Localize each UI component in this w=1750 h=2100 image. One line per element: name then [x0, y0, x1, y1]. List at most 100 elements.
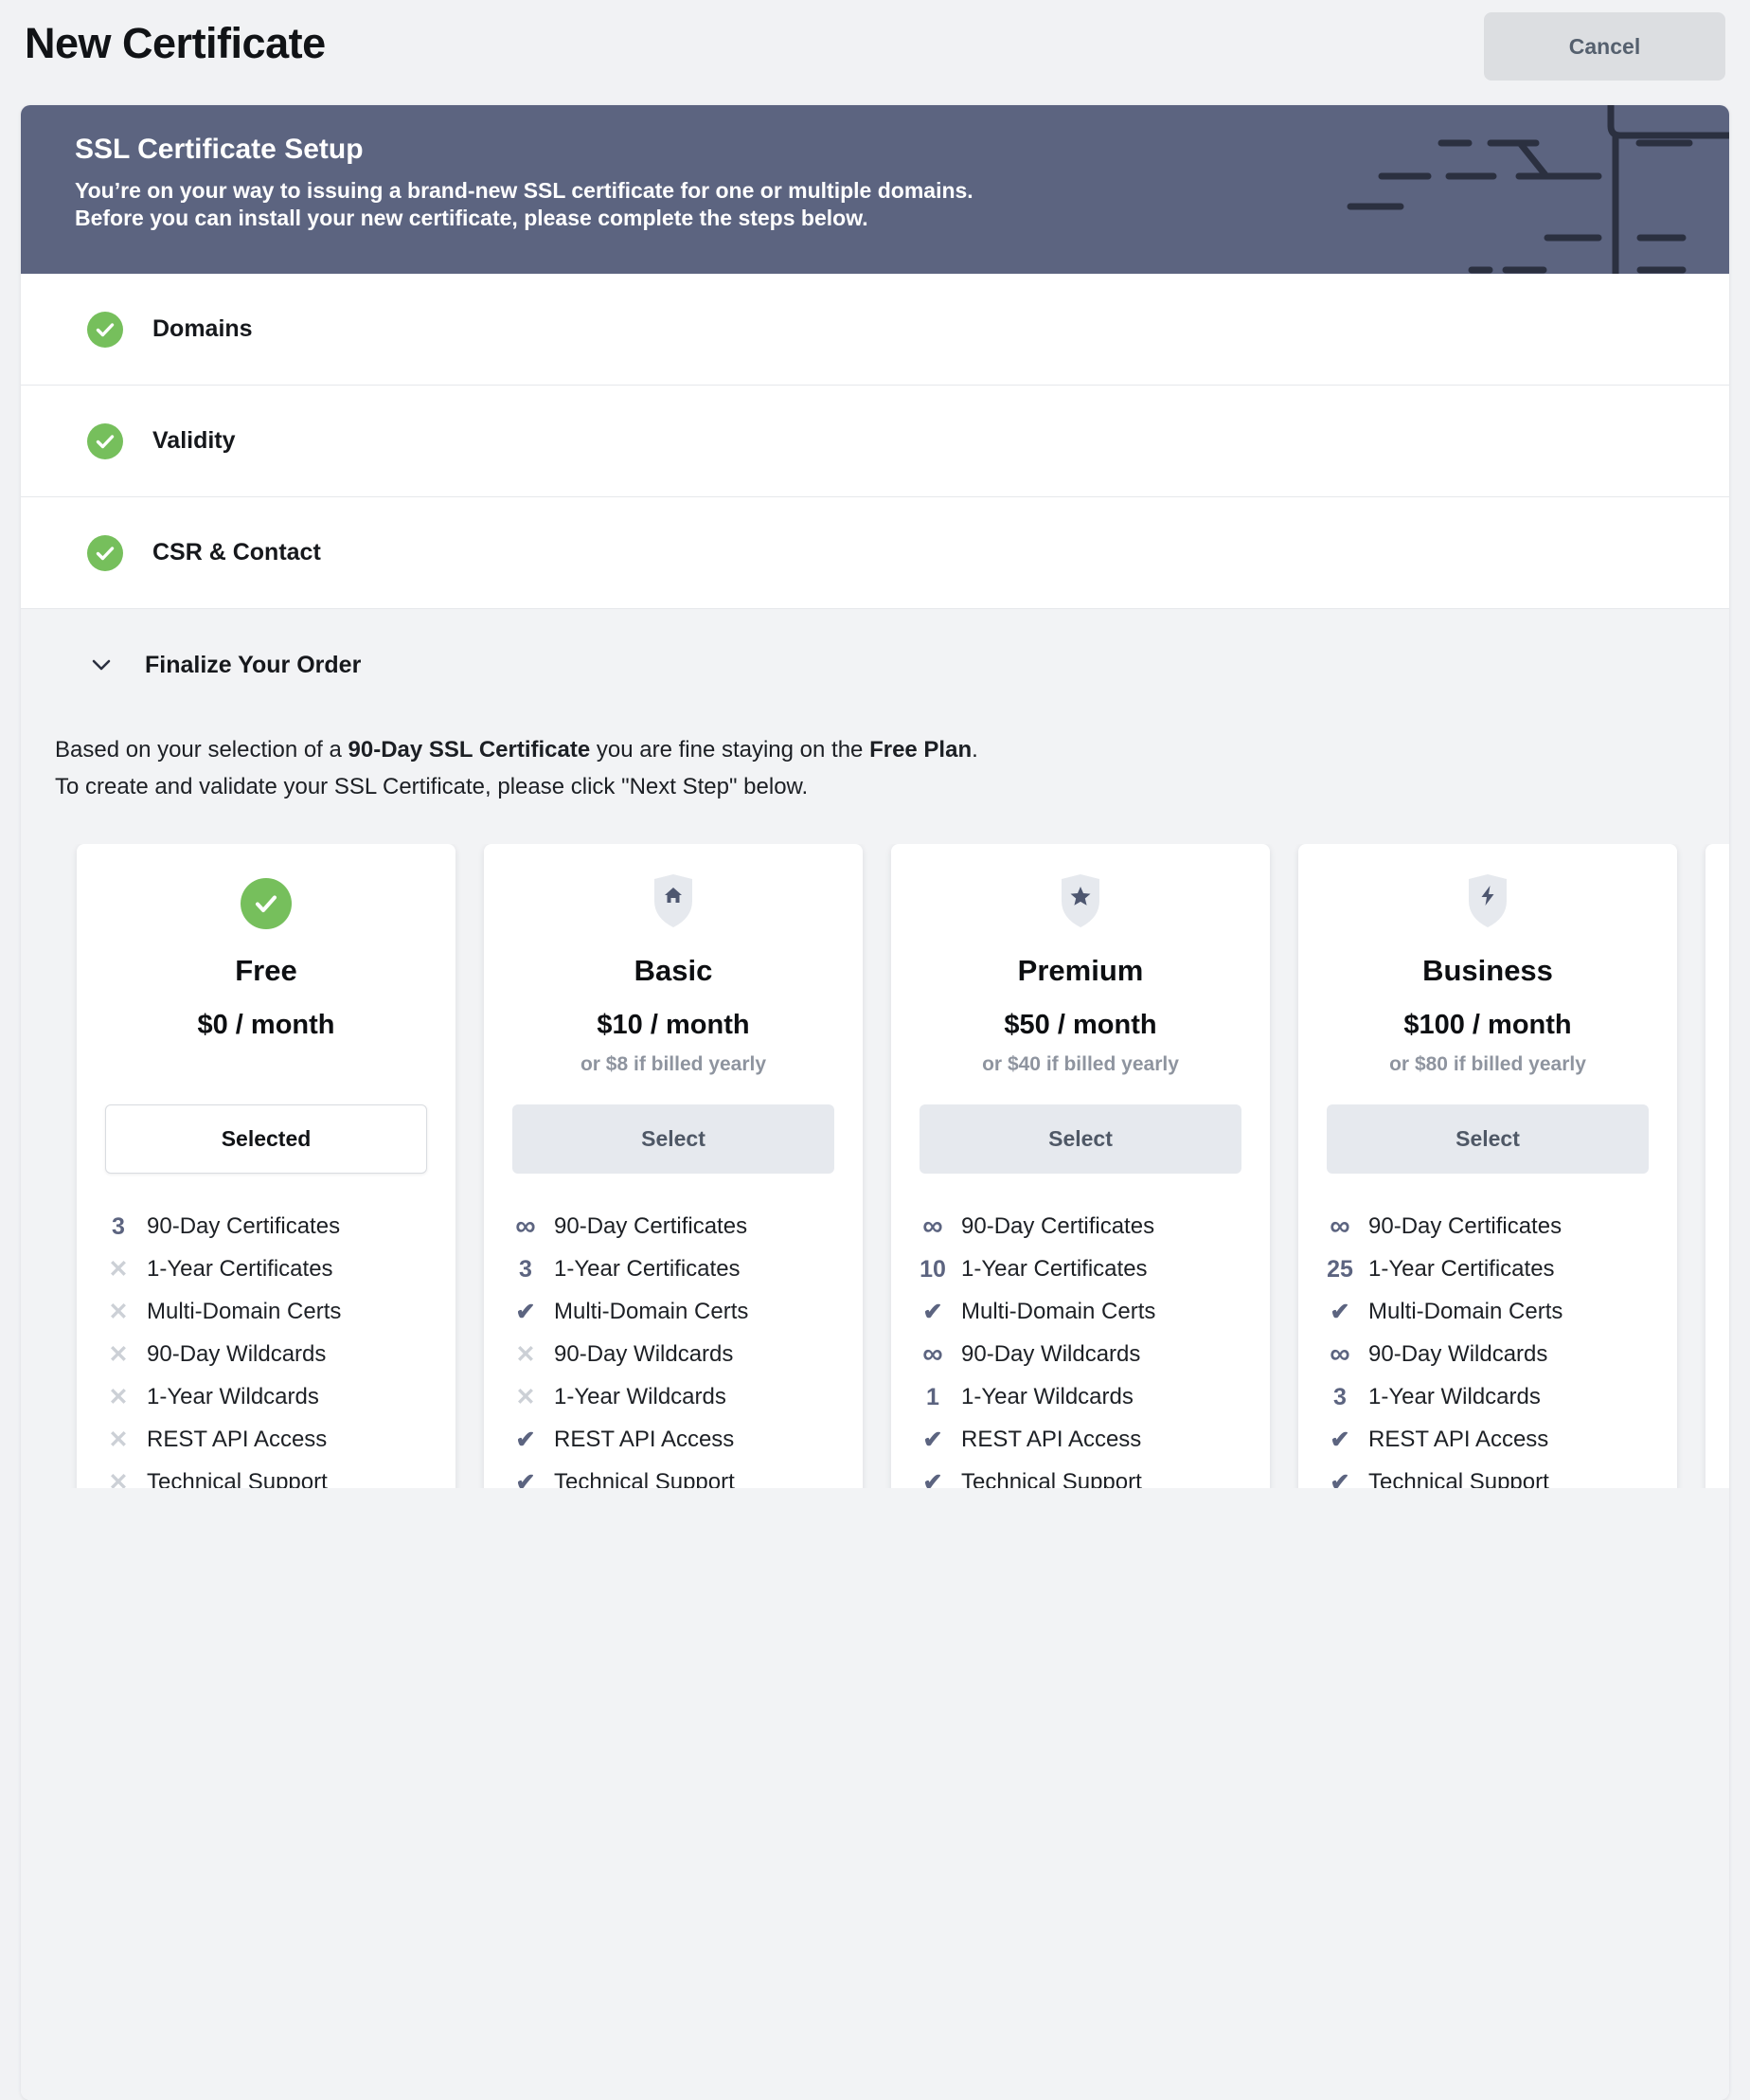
- plan-feature-label: 1-Year Wildcards: [1368, 1384, 1541, 1410]
- plan-feature-row: ∞ 90-Day Wildcards: [1298, 1334, 1677, 1376]
- plan-feature-row: ✔ Multi-Domain Certs: [484, 1291, 863, 1334]
- step-label-validity: Validity: [152, 427, 236, 454]
- step-row-validity[interactable]: Validity: [21, 386, 1729, 497]
- plan-feature-row: ✔ REST API Access: [484, 1419, 863, 1462]
- cross-icon: ✕: [108, 1341, 129, 1369]
- count-badge: 3: [519, 1255, 532, 1283]
- plan-name: Premium: [1017, 953, 1144, 987]
- infinity-icon: ∞: [1330, 1211, 1350, 1243]
- plan-feature-row: ✕ REST API Access: [77, 1419, 455, 1462]
- check-icon: ✔: [922, 1427, 943, 1454]
- plan-feature-row: ✕ 1-Year Wildcards: [77, 1376, 455, 1419]
- banner-subtitle: You’re on your way to issuing a brand-ne…: [75, 177, 973, 233]
- plan-name: Business: [1422, 953, 1553, 987]
- plan-feature-label: REST API Access: [1368, 1427, 1549, 1453]
- cross-icon: ✕: [515, 1384, 536, 1411]
- plan-price: $50 / month: [1004, 1009, 1157, 1040]
- plan-feature-label: Technical Support: [961, 1469, 1142, 1488]
- plan-icon: [1058, 872, 1103, 935]
- plans-carousel-track: Free$0 / month-Selected390-Day Certifica…: [77, 843, 1729, 1488]
- finalize-title: Finalize Your Order: [145, 651, 362, 678]
- plan-card-business[interactable]: Business $100 / month or $80 if billed yea…: [1298, 843, 1677, 1488]
- finalize-section: Finalize Your Order Based on your select…: [21, 609, 1729, 2100]
- plan-card-basic[interactable]: Basic $10 / month or $8 if billed yearly Se…: [484, 843, 863, 1488]
- infinity-icon: ∞: [515, 1211, 536, 1243]
- check-circle-icon: [87, 311, 123, 348]
- finalize-description: Based on your selection of a 90-Day SSL …: [21, 721, 1729, 806]
- plan-feature-label: Multi-Domain Certs: [961, 1299, 1156, 1325]
- plan-feature-row: 1 1-Year Wildcards: [891, 1376, 1270, 1419]
- plan-feature-label: REST API Access: [147, 1427, 328, 1453]
- plan-card-free[interactable]: Free$0 / month-Selected390-Day Certifica…: [77, 843, 455, 1488]
- plan-name: Free: [235, 953, 297, 987]
- plan-feature-row: 3 1-Year Wildcards: [1298, 1376, 1677, 1419]
- plan-feature-label: 1-Year Certificates: [961, 1256, 1148, 1283]
- plan-feature-row: ∞ 90-Day Certificates: [1298, 1206, 1677, 1248]
- plan-yearly-price: or $8 if billed yearly: [580, 1052, 767, 1075]
- shield-home-icon: [651, 872, 696, 934]
- plans-carousel-viewport: Free$0 / month-Selected390-Day Certifica…: [21, 843, 1729, 1488]
- check-icon: ✔: [1330, 1469, 1350, 1488]
- plan-card-premium[interactable]: Premium $50 / month or $40 if billed yearl…: [891, 843, 1270, 1488]
- plan-feature-label: REST API Access: [554, 1427, 735, 1453]
- plan-feature-row: ✔ Technical Support: [484, 1462, 863, 1488]
- finalize-header[interactable]: Finalize Your Order: [21, 609, 1729, 721]
- check-icon: ✔: [515, 1299, 536, 1326]
- plan-feature-label: Multi-Domain Certs: [147, 1299, 342, 1325]
- plan-feature-label: 1-Year Wildcards: [961, 1384, 1134, 1410]
- banner-subtitle-line1: You’re on your way to issuing a brand-ne…: [75, 178, 973, 203]
- plan-feature-label: 1-Year Certificates: [1368, 1256, 1555, 1283]
- plan-selected-button[interactable]: Selected: [105, 1104, 427, 1174]
- plan-feature-label: REST API Access: [961, 1427, 1142, 1453]
- plan-feature-label: Multi-Domain Certs: [1368, 1299, 1563, 1325]
- plan-feature-row: ✔ Multi-Domain Certs: [1298, 1291, 1677, 1334]
- plan-feature-label: 90-Day Wildcards: [1368, 1341, 1548, 1368]
- plan-feature-label: Multi-Domain Certs: [554, 1299, 749, 1325]
- plan-icon: [241, 872, 292, 935]
- infinity-icon: ∞: [1330, 1338, 1350, 1371]
- cross-icon: ✕: [108, 1256, 129, 1283]
- setup-banner: SSL Certificate Setup You’re on your way…: [21, 105, 1729, 274]
- cancel-button[interactable]: Cancel: [1484, 12, 1725, 81]
- plan-feature-list: ∞ 90-Day Certificates 3 1-Year Certificates…: [484, 1206, 863, 1488]
- plan-feature-label: Technical Support: [1368, 1469, 1549, 1488]
- finalize-description-line2: To create and validate your SSL Certific…: [55, 773, 809, 799]
- plan-feature-row: ✔ Technical Support: [891, 1462, 1270, 1488]
- cross-icon: ✕: [108, 1299, 129, 1326]
- check-icon: ✔: [515, 1427, 536, 1454]
- desc-part3: .: [972, 737, 978, 763]
- plan-feature-label: 1-Year Wildcards: [554, 1384, 726, 1410]
- plan-icon: [651, 872, 696, 935]
- plan-select-button[interactable]: Select: [1327, 1104, 1649, 1174]
- plan-card-partial[interactable]: [1705, 843, 1729, 1488]
- banner-subtitle-line2: Before you can install your new certific…: [75, 206, 868, 231]
- dashes-decoration-icon: [1347, 105, 1729, 274]
- count-badge: 3: [1333, 1383, 1347, 1410]
- chevron-down-icon[interactable]: [87, 651, 116, 679]
- plan-price: $10 / month: [597, 1009, 750, 1040]
- step-row-domains[interactable]: Domains: [21, 274, 1729, 386]
- cross-icon: ✕: [108, 1427, 129, 1454]
- step-row-csr-contact[interactable]: CSR & Contact: [21, 497, 1729, 609]
- plan-feature-row: ✔ REST API Access: [1298, 1419, 1677, 1462]
- plan-select-button[interactable]: Select: [920, 1104, 1241, 1174]
- plan-feature-row: ✔ Multi-Domain Certs: [891, 1291, 1270, 1334]
- desc-part2: you are fine staying on the: [590, 737, 870, 763]
- check-icon: ✔: [922, 1469, 943, 1488]
- page-title: New Certificate: [25, 19, 326, 67]
- plan-feature-list: ∞ 90-Day Certificates 25 1-Year Certificate…: [1298, 1206, 1677, 1488]
- check-icon: ✔: [515, 1469, 536, 1488]
- plan-select-button[interactable]: Select: [512, 1104, 834, 1174]
- check-icon: ✔: [1330, 1299, 1350, 1326]
- plan-feature-row: ✕ Multi-Domain Certs: [77, 1291, 455, 1334]
- plan-feature-row: ✕ 90-Day Wildcards: [77, 1334, 455, 1376]
- desc-bold-plan: Free Plan: [869, 737, 973, 763]
- desc-part1: Based on your selection of a: [55, 737, 348, 763]
- count-badge: 25: [1327, 1255, 1353, 1283]
- count-badge: 10: [920, 1255, 946, 1283]
- plan-feature-row: ✕ Technical Support: [77, 1462, 455, 1488]
- infinity-icon: ∞: [922, 1211, 943, 1243]
- cross-icon: ✕: [515, 1341, 536, 1369]
- plan-feature-row: ∞ 90-Day Certificates: [891, 1206, 1270, 1248]
- plan-feature-row: ✔ Technical Support: [1298, 1462, 1677, 1488]
